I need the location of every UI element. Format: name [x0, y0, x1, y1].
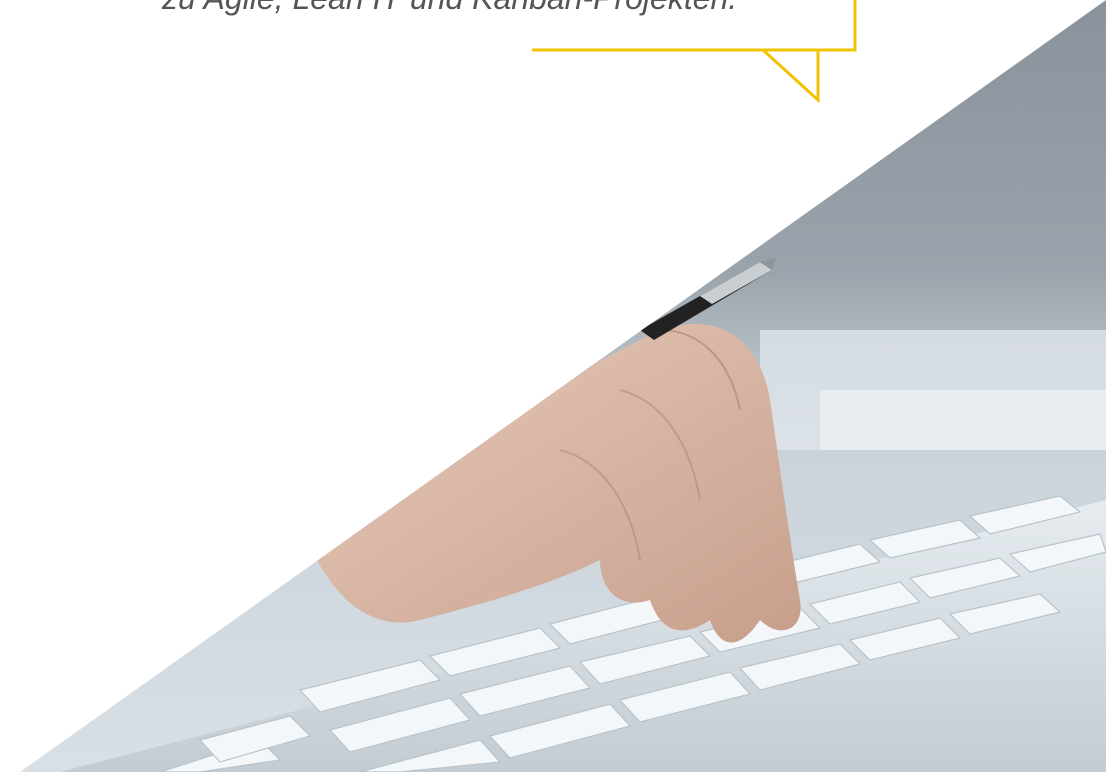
- hero-section: zu Agile, Lean IT und Kanban-Projekten.: [0, 0, 1106, 772]
- keyboard-typing-photo: [20, 0, 1106, 772]
- hero-tagline-text: zu Agile, Lean IT und Kanban-Projekten.: [162, 0, 737, 20]
